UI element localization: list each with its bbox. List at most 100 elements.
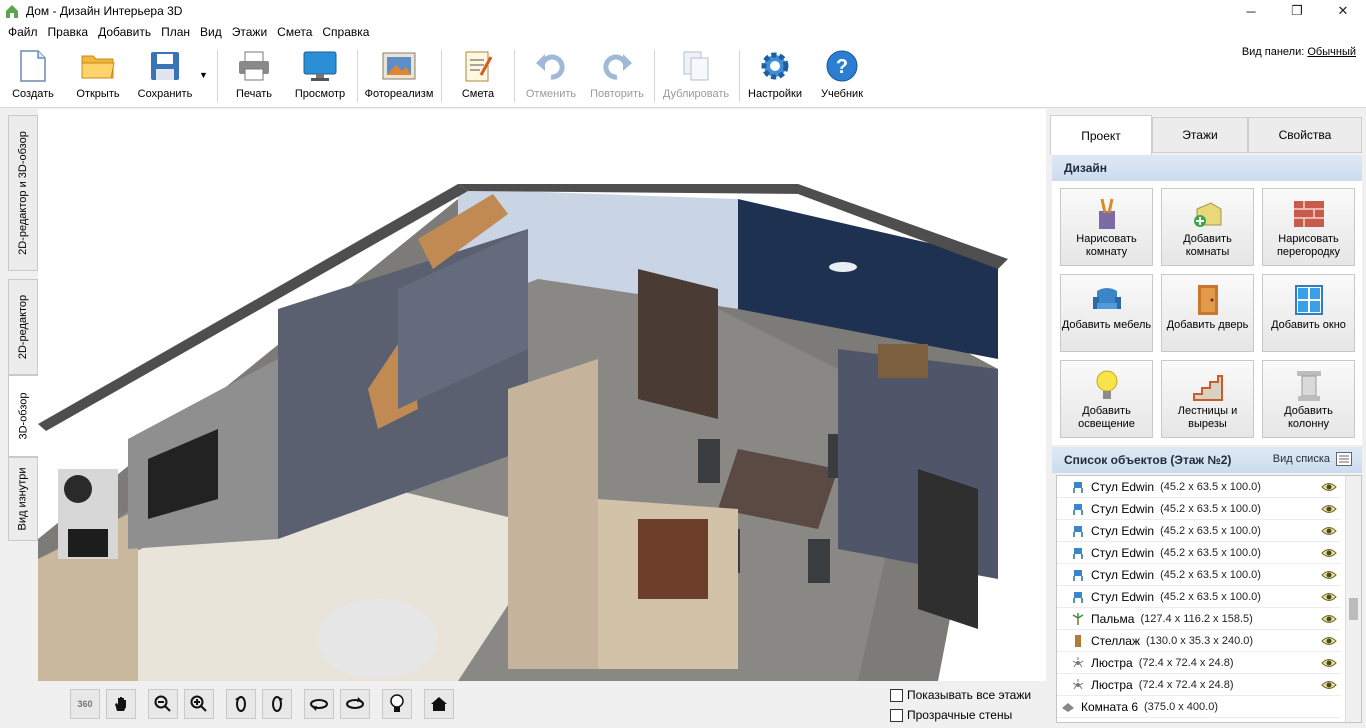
redo-label: Повторить: [590, 88, 644, 100]
view-mode-tabs: 2D-редактор и 3D-обзор 2D-редактор 3D-об…: [0, 109, 38, 728]
list-item[interactable]: Стул Edwin (45.2 x 63.5 x 100.0): [1057, 586, 1341, 608]
eye-icon[interactable]: [1321, 634, 1337, 648]
menu-file[interactable]: Файл: [4, 25, 42, 39]
duplicate-label: Дублировать: [662, 88, 730, 100]
transparent-walls-option[interactable]: Прозрачные стены: [890, 708, 1012, 722]
undo-icon: [533, 48, 569, 84]
close-button[interactable]: ✕: [1320, 0, 1366, 22]
tab-project[interactable]: Проект: [1050, 115, 1152, 155]
tab-2d[interactable]: 2D-редактор: [8, 279, 38, 375]
add-room-label: Добавить комнаты: [1183, 233, 1232, 258]
scrollbar-thumb[interactable]: [1349, 598, 1358, 620]
preview-button[interactable]: Просмотр: [293, 48, 347, 104]
minimize-button[interactable]: ─: [1228, 0, 1274, 22]
transparent-walls-label: Прозрачные стены: [907, 708, 1013, 722]
open-button[interactable]: Открыть: [72, 48, 124, 104]
eye-icon[interactable]: [1321, 568, 1337, 582]
list-item[interactable]: Пальма (127.4 x 116.2 x 158.5): [1057, 608, 1341, 630]
home-icon: [431, 697, 447, 711]
eye-icon[interactable]: [1321, 590, 1337, 604]
duplicate-button[interactable]: Дублировать: [660, 48, 732, 104]
eye-icon[interactable]: [1321, 546, 1337, 560]
draw-room-label: Нарисовать комнату: [1076, 233, 1137, 258]
list-item[interactable]: Комната 6 (375.0 x 400.0): [1057, 696, 1341, 718]
eye-icon[interactable]: [1321, 612, 1337, 626]
list-item[interactable]: Стул Edwin (45.2 x 63.5 x 100.0): [1057, 520, 1341, 542]
orbit-left-icon: [235, 696, 246, 712]
menu-plan[interactable]: План: [157, 25, 194, 39]
door-icon: [1191, 283, 1225, 317]
add-lighting-button[interactable]: Добавить освещение: [1060, 360, 1153, 438]
add-door-button[interactable]: Добавить дверь: [1161, 274, 1254, 352]
add-column-button[interactable]: Добавить колонну: [1262, 360, 1355, 438]
tilt-down-button[interactable]: [304, 689, 334, 719]
zoom-in-button[interactable]: [184, 689, 214, 719]
create-button[interactable]: Создать: [10, 48, 56, 104]
list-item[interactable]: Люстра (72.4 x 72.4 x 24.8): [1057, 652, 1341, 674]
menu-floors[interactable]: Этажи: [228, 25, 271, 39]
lighting-button[interactable]: [382, 689, 412, 719]
add-furniture-label: Добавить мебель: [1061, 319, 1152, 331]
draw-partition-button[interactable]: Нарисовать перегородку: [1262, 188, 1355, 266]
object-list-scrollbar[interactable]: [1345, 476, 1361, 722]
list-item[interactable]: Стеллаж (130.0 x 35.3 x 240.0): [1057, 630, 1341, 652]
show-all-floors-option[interactable]: Показывать все этажи: [890, 688, 1031, 702]
menu-estimate[interactable]: Смета: [273, 25, 316, 39]
list-item[interactable]: Люстра (72.4 x 72.4 x 24.8): [1057, 674, 1341, 696]
maximize-button[interactable]: ❐: [1274, 0, 1320, 22]
print-button[interactable]: Печать: [232, 48, 276, 104]
add-room-button[interactable]: Добавить комнаты: [1161, 188, 1254, 266]
object-list-header: Список объектов (Этаж №2) Вид списка: [1052, 447, 1362, 473]
3d-viewport[interactable]: [38, 109, 1046, 681]
home-view-button[interactable]: [424, 689, 454, 719]
tab-2d-3d[interactable]: 2D-редактор и 3D-обзор: [8, 115, 38, 271]
eye-icon[interactable]: [1321, 502, 1337, 516]
stairs-cutouts-button[interactable]: Лестницы и вырезы: [1161, 360, 1254, 438]
orbit-left-button[interactable]: [226, 689, 256, 719]
tab-properties[interactable]: Свойства: [1248, 117, 1362, 153]
save-button[interactable]: Сохранить: [134, 48, 196, 104]
eye-icon[interactable]: [1321, 656, 1337, 670]
undo-button[interactable]: Отменить: [524, 48, 578, 104]
redo-button[interactable]: Повторить: [588, 48, 646, 104]
preview-label: Просмотр: [294, 88, 346, 100]
list-view-toggle[interactable]: Вид списка: [1273, 452, 1352, 466]
estimate-button[interactable]: Смета: [458, 48, 498, 104]
toolbar-separator: [654, 50, 655, 102]
list-item[interactable]: Стул Edwin (45.2 x 63.5 x 100.0): [1057, 542, 1341, 564]
window-icon: [1292, 283, 1326, 317]
eye-icon[interactable]: [1321, 678, 1337, 692]
settings-button[interactable]: Настройки: [746, 48, 804, 104]
eye-icon[interactable]: [1321, 524, 1337, 538]
menu-view[interactable]: Вид: [196, 25, 226, 39]
show-all-floors-checkbox[interactable]: [890, 688, 903, 702]
zoom-out-button[interactable]: [148, 689, 178, 719]
list-item[interactable]: Стул Edwin (45.2 x 63.5 x 100.0): [1057, 476, 1341, 498]
tilt-up-button[interactable]: [340, 689, 370, 719]
column-icon: [1292, 369, 1326, 403]
menu-add[interactable]: Добавить: [94, 25, 155, 39]
tab-floors[interactable]: Этажи: [1152, 117, 1248, 153]
list-item[interactable]: Стул Edwin (45.2 x 63.5 x 100.0): [1057, 564, 1341, 586]
rotate-360-button[interactable]: 360: [70, 689, 100, 719]
save-dropdown-arrow-icon[interactable]: ▼: [199, 70, 208, 80]
object-list: Стул Edwin (45.2 x 63.5 x 100.0) Стул Edw…: [1056, 475, 1362, 723]
draw-room-button[interactable]: Нарисовать комнату: [1060, 188, 1153, 266]
menu-help[interactable]: Справка: [318, 25, 373, 39]
photorealism-button[interactable]: Фотореализм: [363, 48, 435, 104]
tutorial-button[interactable]: ? Учебник: [818, 48, 866, 104]
menu-edit[interactable]: Правка: [44, 25, 93, 39]
transparent-walls-checkbox[interactable]: [890, 708, 903, 722]
add-furniture-button[interactable]: Добавить мебель: [1060, 274, 1153, 352]
panel-view-link[interactable]: Обычный: [1307, 46, 1356, 58]
tab-inside-view[interactable]: Вид изнутри: [8, 457, 38, 541]
chair-icon: [1073, 591, 1083, 603]
pan-button[interactable]: [106, 689, 136, 719]
add-room-icon: [1191, 197, 1225, 231]
3d-scene[interactable]: [38, 109, 1046, 681]
tab-3d[interactable]: 3D-обзор: [8, 375, 38, 457]
list-item[interactable]: Стул Edwin (45.2 x 63.5 x 100.0): [1057, 498, 1341, 520]
orbit-right-button[interactable]: [262, 689, 292, 719]
add-window-button[interactable]: Добавить окно: [1262, 274, 1355, 352]
eye-icon[interactable]: [1321, 480, 1337, 494]
